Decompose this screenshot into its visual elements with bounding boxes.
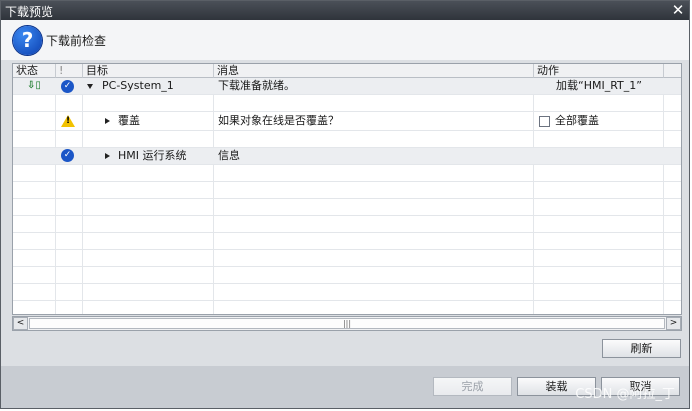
scroll-right-icon[interactable]: > <box>666 317 681 330</box>
row-message: 如果对象在线是否覆盖？ <box>218 114 339 127</box>
column-header-action[interactable]: 动作 <box>534 64 664 78</box>
finish-button[interactable]: 完成 <box>433 377 512 396</box>
close-icon[interactable]: ✕ <box>670 2 686 18</box>
horizontal-scrollbar[interactable]: < ||| > <box>12 316 682 331</box>
check-warning-icon: ✓ <box>61 80 74 93</box>
row-message: 信息 <box>218 149 240 162</box>
question-icon: ? <box>13 26 42 55</box>
table-row <box>13 301 681 314</box>
row-message: 下载准备就绪。 <box>218 79 295 92</box>
table-row[interactable]: ! 覆盖 如果对象在线是否覆盖？ 全部覆盖 <box>13 112 681 131</box>
download-status-icon: ⇩▯ <box>27 80 41 91</box>
table-row <box>13 199 681 216</box>
table-row[interactable]: ✓ HMI 运行系统 信息 <box>13 148 681 165</box>
column-header-alert[interactable]: ! <box>56 64 83 78</box>
table-row <box>13 182 681 199</box>
title-bar: 下载预览 ✕ <box>1 1 689 20</box>
row-target: 覆盖 <box>118 114 140 127</box>
expand-arrow-icon[interactable] <box>87 78 93 94</box>
check-icon: ✓ <box>61 149 74 162</box>
table-row <box>13 250 681 267</box>
scroll-left-icon[interactable]: < <box>13 317 28 330</box>
preview-table: 状态 ! 目标 消息 动作 ⇩▯ ✓ PC-System_1 下载准备就绪。 加… <box>12 63 682 315</box>
header-title: 下载前检查 <box>46 34 107 48</box>
expand-arrow-icon[interactable] <box>105 113 110 129</box>
download-preview-dialog: 下载预览 ✕ ? 下载前检查 状态 ! 目标 消息 动作 ⇩▯ ✓ PC-Sys… <box>0 0 690 409</box>
table-row <box>13 95 681 112</box>
column-header-target[interactable]: 目标 <box>83 64 214 78</box>
overwrite-all-checkbox[interactable] <box>539 116 550 127</box>
table-row <box>13 216 681 233</box>
table-row <box>13 131 681 148</box>
table-row <box>13 284 681 301</box>
row-action[interactable]: 全部覆盖 <box>555 113 599 129</box>
watermark: CSDN @阿拉_丁 <box>575 387 675 402</box>
column-header-message[interactable]: 消息 <box>214 64 534 78</box>
column-header-status[interactable]: 状态 <box>13 64 56 78</box>
expand-arrow-icon[interactable] <box>105 148 110 164</box>
row-target: HMI 运行系统 <box>118 149 187 162</box>
refresh-button[interactable]: 刷新 <box>602 339 681 358</box>
scroll-thumb[interactable]: ||| <box>29 318 665 329</box>
row-action[interactable]: 加载“HMI_RT_1” <box>556 78 642 94</box>
table-row <box>13 165 681 182</box>
table-row <box>13 233 681 250</box>
button-bar: 完成 装载 取消 CSDN @阿拉_丁 <box>1 366 689 408</box>
row-target: PC-System_1 <box>102 79 174 92</box>
column-header-filler <box>664 64 681 78</box>
dialog-header: ? 下载前检查 <box>1 20 689 60</box>
warning-icon: ! <box>61 115 75 127</box>
table-row[interactable]: ⇩▯ ✓ PC-System_1 下载准备就绪。 加载“HMI_RT_1” <box>13 78 681 95</box>
window-title: 下载预览 <box>5 5 54 19</box>
table-row <box>13 267 681 284</box>
